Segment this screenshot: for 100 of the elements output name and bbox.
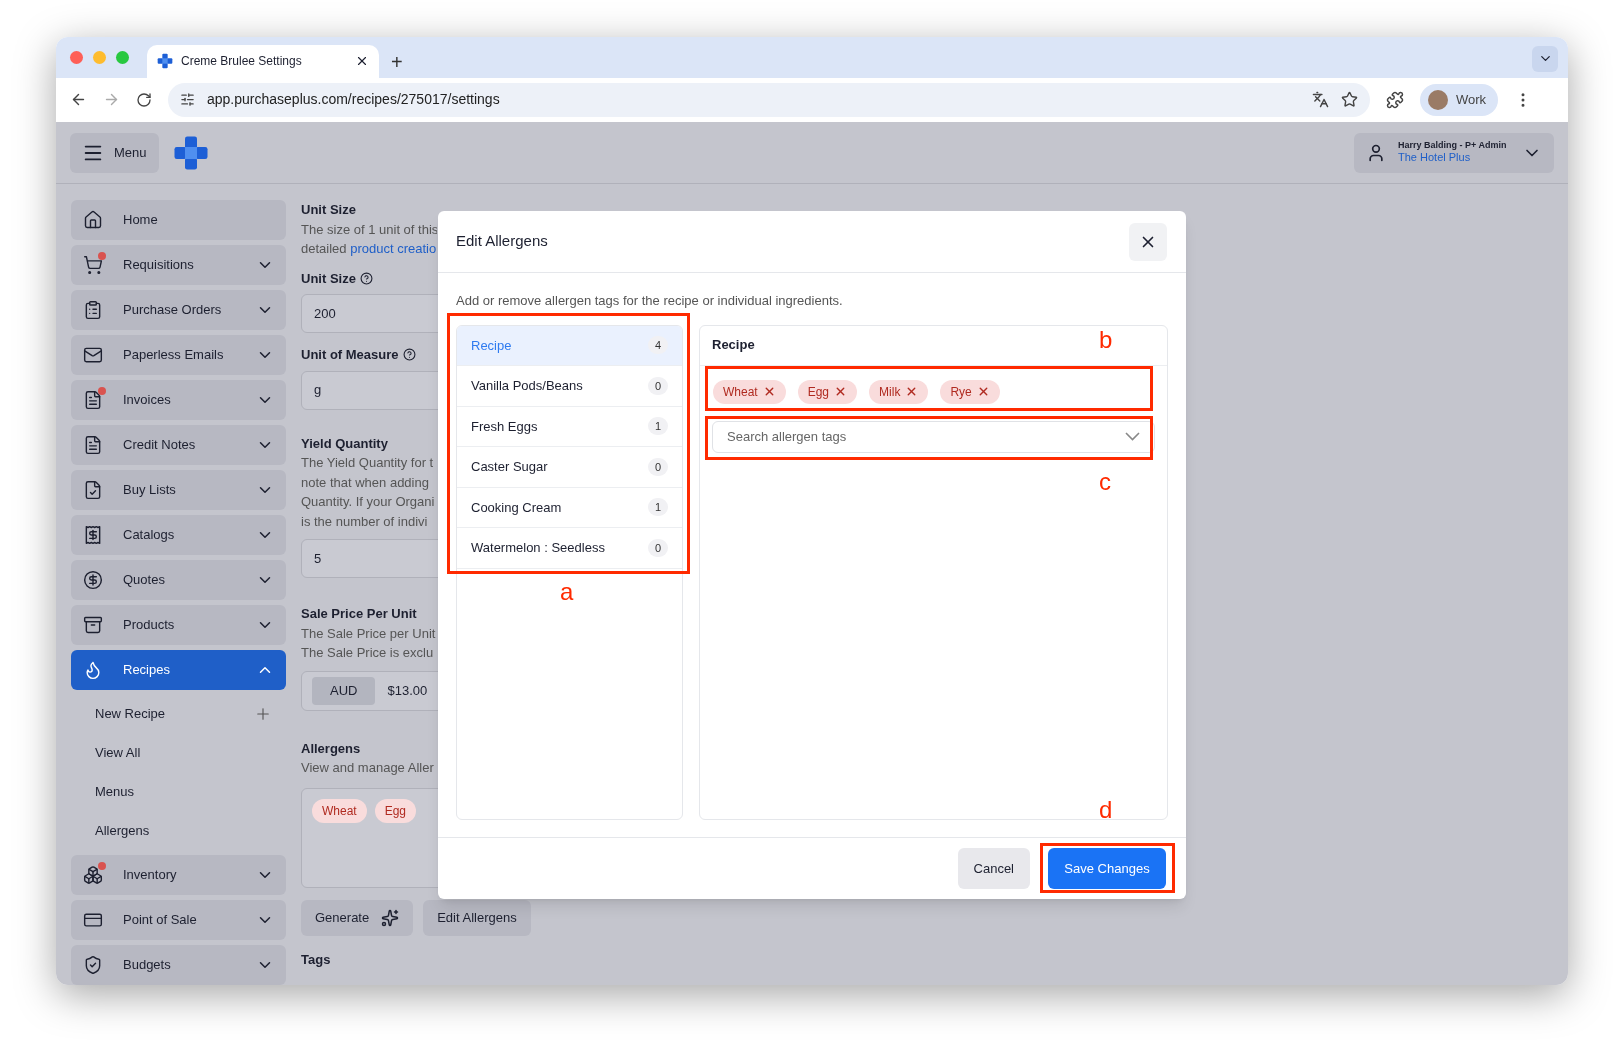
sidebar-item[interactable]: Point of Sale <box>71 900 286 940</box>
section-title: Unit Size <box>301 201 357 219</box>
sidebar-subitem[interactable]: Menus <box>71 772 286 811</box>
cancel-button[interactable]: Cancel <box>957 848 1030 889</box>
help-icon <box>359 271 373 285</box>
browser-tab[interactable]: Creme Brulee Settings <box>147 44 379 78</box>
description-text: detailed product creatio <box>301 241 437 256</box>
document-icon <box>83 390 103 410</box>
checked-document-icon <box>83 480 103 500</box>
ingredient-item[interactable]: Fresh Eggs 1 <box>457 406 682 447</box>
site-settings-icon[interactable] <box>180 92 195 108</box>
logo-icon <box>172 134 209 171</box>
generate-button[interactable]: Generate <box>301 899 414 936</box>
flame-icon <box>83 660 103 680</box>
search-field[interactable]: Search allergen tags <box>712 420 1155 453</box>
count-badge: 0 <box>648 376 668 395</box>
count-badge: 0 <box>648 457 668 476</box>
field-label: Unit of Measure <box>301 346 399 364</box>
count-badge: 4 <box>648 336 668 355</box>
sidebar-item[interactable]: Invoices <box>71 380 286 420</box>
allergen-tag: Milk <box>869 379 929 404</box>
section-title: Yield Quantity <box>301 434 389 453</box>
sidebar-subitem[interactable]: Allergens <box>71 811 286 850</box>
sidebar-item-label: Catalogs <box>123 526 175 545</box>
currency-selector[interactable]: AUD <box>312 676 376 705</box>
annotation-letter: c <box>1099 470 1111 494</box>
shield-icon <box>83 955 103 975</box>
save-changes-button[interactable]: Save Changes <box>1048 848 1166 889</box>
allergen-tag: Rye <box>940 379 1000 404</box>
annotation-letter: b <box>1099 328 1113 352</box>
sidebar-subitem[interactable]: View All <box>71 733 286 772</box>
home-icon <box>83 210 103 230</box>
document-icon <box>83 435 103 455</box>
address-bar[interactable]: app.purchaseplus.com/recipes/275017/settings <box>168 82 1370 117</box>
ingredient-item[interactable]: Cooking Cream 1 <box>457 487 682 528</box>
sparkles-icon <box>381 908 400 927</box>
sidebar-item[interactable]: Buy Lists <box>71 470 286 510</box>
sidebar-item-label: Point of Sale <box>123 911 197 930</box>
sidebar-item-label: Buy Lists <box>123 481 176 500</box>
cart-icon <box>83 255 103 275</box>
allergen-tag: Wheat <box>312 798 367 823</box>
count-badge: 1 <box>648 498 668 517</box>
user-icon <box>1366 142 1386 163</box>
user-menu[interactable]: Harry Balding - P+ Admin The Hotel Plus <box>1354 132 1554 173</box>
sidebar-item[interactable]: Catalogs <box>71 515 286 555</box>
sidebar-item-label: Paperless Emails <box>123 346 224 365</box>
sidebar-item[interactable]: Recipes <box>71 650 286 690</box>
product-creation-link[interactable]: product creatio <box>350 241 437 256</box>
allergen-tag: Wheat <box>713 379 786 404</box>
edit-allergens-button[interactable]: Edit Allergens <box>423 899 531 936</box>
allergen-tag: Egg <box>797 379 858 404</box>
sidebar-item[interactable]: Inventory <box>71 855 286 895</box>
close-button[interactable] <box>1129 222 1167 261</box>
avatar-icon <box>1428 89 1448 110</box>
sidebar-item[interactable]: Requisitions <box>71 245 286 285</box>
organisation-name: The Hotel Plus <box>1398 151 1472 165</box>
sidebar-item-label: Home <box>123 211 158 230</box>
stack-icon <box>83 615 103 635</box>
menu-button[interactable]: Menu <box>70 132 159 173</box>
ingredient-item[interactable]: Recipe 4 <box>457 325 682 366</box>
description-text: The Sale Price per Unit <box>301 625 436 641</box>
annotation-letter: a <box>560 580 574 604</box>
sidebar-item[interactable]: Paperless Emails <box>71 335 286 375</box>
description-text: The Sale Price is exclu <box>301 645 434 660</box>
sidebar-item-label: Products <box>123 616 175 635</box>
sidebar-item[interactable]: Home <box>71 200 286 240</box>
sidebar-item-label: Quotes <box>123 571 165 590</box>
translate-icon[interactable] <box>1312 91 1329 109</box>
clipboard-icon <box>83 300 103 320</box>
tab-list-button[interactable] <box>1532 45 1558 72</box>
sidebar-item[interactable]: Quotes <box>71 560 286 600</box>
sidebar-item[interactable]: Products <box>71 605 286 645</box>
new-tab-button[interactable]: + <box>391 51 403 72</box>
profile-button[interactable]: Work <box>1420 83 1499 116</box>
sidebar-item-label: Budgets <box>123 956 171 975</box>
favicon-icon <box>157 53 173 70</box>
sidebar-item[interactable]: Purchase Orders <box>71 290 286 330</box>
sidebar-item-label: Purchase Orders <box>123 301 222 320</box>
count-badge: 0 <box>648 538 668 557</box>
boxes-icon <box>83 865 103 885</box>
sidebar-item-label: Credit Notes <box>123 436 196 455</box>
extensions-icon[interactable] <box>1386 90 1404 109</box>
user-name: Harry Balding - P+ Admin <box>1398 140 1507 152</box>
panel-title: Recipe <box>712 336 755 355</box>
sidebar-subitem[interactable]: New Recipe <box>71 694 286 733</box>
field-label: Unit Size <box>301 269 356 288</box>
sidebar-item[interactable]: Credit Notes <box>71 425 286 465</box>
section-title: Allergens <box>301 739 362 758</box>
ingredient-item[interactable]: Watermelon : Seedless 0 <box>457 528 682 569</box>
ingredient-item[interactable]: Caster Sugar 0 <box>457 447 682 488</box>
description-text: View and manage Aller <box>301 760 434 775</box>
count-badge: 1 <box>648 417 668 436</box>
bookmark-star-icon[interactable] <box>1341 91 1358 109</box>
annotation-letter: d <box>1099 798 1113 822</box>
reload-icon[interactable] <box>136 91 152 108</box>
sidebar-item-label: Inventory <box>123 866 177 885</box>
sidebar-item[interactable]: Budgets <box>71 945 286 985</box>
ingredient-item[interactable]: Vanilla Pods/Beans 0 <box>457 366 682 407</box>
sidebar-item-label: Requisitions <box>123 256 194 275</box>
description-text: The size of 1 unit of this <box>301 221 437 237</box>
